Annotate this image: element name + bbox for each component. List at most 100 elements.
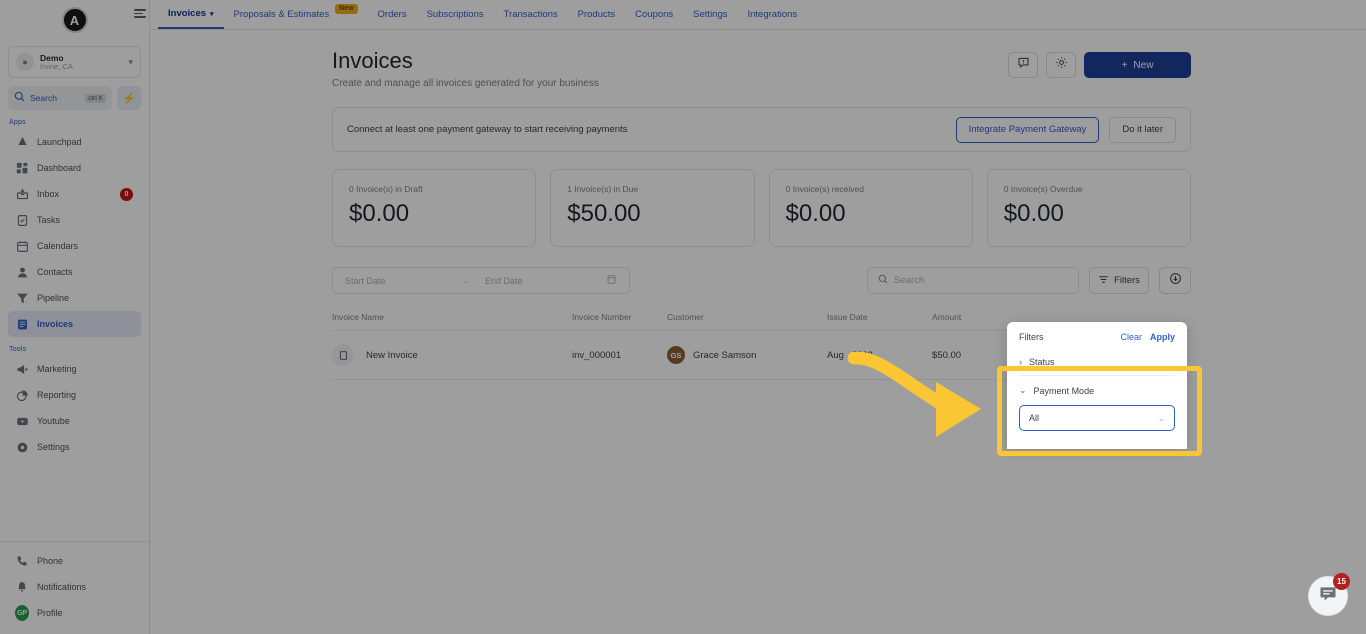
clear-filters-button[interactable]: Clear [1120, 332, 1142, 342]
feedback-button[interactable] [1008, 52, 1038, 78]
column-header-invoice-name[interactable]: Invoice Name [332, 304, 572, 331]
table-toolbar: Start Date → End Date Search Filters [332, 267, 1191, 294]
tab-transactions[interactable]: Transactions [494, 0, 568, 29]
search-shortcut: ctrl K [85, 93, 106, 103]
sidebar-item-label: Youtube [37, 416, 70, 426]
sidebar-item-profile[interactable]: GP Profile [8, 600, 141, 626]
filter-section-label: Status [1029, 357, 1055, 367]
filter-section-status[interactable]: › Status [1007, 350, 1187, 374]
tab-label: Integrations [747, 9, 798, 20]
do-it-later-button[interactable]: Do it later [1109, 116, 1176, 143]
sidebar-item-inbox[interactable]: Inbox 0 [8, 181, 141, 207]
filter-section-label: Payment Mode [1033, 385, 1095, 396]
page-subtitle: Create and manage all invoices generated… [332, 78, 599, 89]
tab-orders[interactable]: Orders [368, 0, 417, 29]
settings-button[interactable] [1046, 52, 1076, 78]
funnel-icon [15, 291, 29, 305]
app-logo[interactable]: A [61, 7, 88, 33]
sidebar-bottom: Phone Notifications GP Profile [0, 541, 149, 634]
column-header-customer[interactable]: Customer [667, 304, 827, 331]
tab-label: Coupons [635, 9, 674, 20]
invoice-name-wrapper: New Invoice [332, 344, 572, 366]
chat-widget[interactable]: 15 [1308, 573, 1350, 616]
sidebar-item-tasks[interactable]: Tasks [8, 207, 141, 233]
bell-icon [15, 580, 29, 594]
sidebar-item-label: Tasks [37, 215, 61, 225]
quick-action-button[interactable]: ⚡ [117, 86, 141, 110]
tab-settings[interactable]: Settings [683, 0, 737, 29]
integrate-payment-gateway-button[interactable]: Integrate Payment Gateway [955, 116, 1100, 143]
calendar-icon [606, 274, 617, 288]
new-button-label: New [1133, 59, 1154, 71]
end-date-input[interactable]: End Date [485, 276, 606, 286]
tab-label: Orders [377, 9, 407, 20]
sidebar-item-settings[interactable]: Settings [8, 434, 141, 460]
sidebar-item-notifications[interactable]: Notifications [8, 574, 141, 600]
inbox-icon [15, 187, 29, 201]
stat-label: 1 Invoice(s) in Due [567, 184, 639, 194]
filters-panel-header: Filters Clear Apply [1007, 330, 1187, 350]
chevron-down-icon: ⌄ [1157, 412, 1165, 423]
tab-invoices[interactable]: Invoices ▾ [158, 0, 224, 29]
customer-avatar: GS [667, 346, 685, 364]
column-header-amount[interactable]: Amount [932, 304, 1012, 331]
workspace-avatar-icon: ● [16, 53, 34, 71]
chat-bubble-icon [1017, 56, 1030, 74]
sidebar-item-calendars[interactable]: Calendars [8, 233, 141, 259]
stat-value: $0.00 [349, 200, 410, 227]
table-search-input[interactable]: Search [867, 267, 1079, 294]
gateway-banner-message: Connect at least one payment gateway to … [347, 124, 628, 135]
column-header-issue-date[interactable]: Issue Date [827, 304, 932, 331]
tab-label: Transactions [503, 9, 558, 20]
sidebar-item-youtube[interactable]: Youtube [8, 408, 141, 434]
cell-amount: $50.00 [932, 330, 1012, 380]
payment-mode-select-visible[interactable]: All ⌄ [1019, 405, 1175, 431]
new-invoice-button[interactable]: + New [1084, 52, 1191, 78]
highlighted-payment-mode-filter: ⌄ Payment Mode All ⌄ [1007, 373, 1187, 449]
phone-icon [15, 554, 29, 568]
date-range-picker[interactable]: Start Date → End Date [332, 267, 630, 294]
filter-icon [1098, 274, 1109, 288]
sidebar-item-marketing[interactable]: Marketing [8, 356, 141, 382]
sidebar-item-phone[interactable]: Phone [8, 548, 141, 574]
column-header-invoice-number[interactable]: Invoice Number [572, 304, 667, 331]
sidebar-item-label: Invoices [37, 319, 74, 329]
tab-proposals-estimates[interactable]: Proposals & Estimates New [224, 0, 368, 29]
download-button[interactable] [1159, 267, 1191, 294]
customer-name: Grace Samson [693, 349, 757, 361]
sidebar-item-reporting[interactable]: Reporting [8, 382, 141, 408]
menu-toggle-icon[interactable] [134, 9, 146, 18]
highlight-divider [1019, 375, 1175, 376]
calendar-icon [15, 239, 29, 253]
sidebar-item-dashboard[interactable]: Dashboard [8, 155, 141, 181]
workspace-switcher[interactable]: ● Demo Irvine, CA ▾ [8, 46, 141, 78]
tab-coupons[interactable]: Coupons [625, 0, 683, 29]
sidebar-item-invoices[interactable]: Invoices [8, 311, 141, 337]
stat-card-received: 0 Invoice(s) received $0.00 [768, 169, 973, 247]
filters-button[interactable]: Filters [1089, 267, 1149, 294]
sidebar-item-label: Calendars [37, 241, 79, 251]
apply-filters-button[interactable]: Apply [1150, 332, 1175, 342]
tab-label: Proposals & Estimates [233, 9, 330, 20]
tab-integrations[interactable]: Integrations [738, 0, 808, 29]
tab-products[interactable]: Products [568, 0, 626, 29]
sidebar-item-pipeline[interactable]: Pipeline [8, 285, 141, 311]
sidebar-item-label: Settings [37, 442, 70, 452]
filter-section-payment-mode-visible[interactable]: ⌄ Payment Mode [1007, 378, 1187, 403]
tab-subscriptions[interactable]: Subscriptions [417, 0, 494, 29]
cell-customer: GS Grace Samson [667, 330, 827, 380]
sidebar-item-launchpad[interactable]: Launchpad [8, 129, 141, 155]
page-header-text: Invoices Create and manage all invoices … [332, 48, 1008, 89]
search-input[interactable]: Search ctrl K [8, 86, 112, 110]
rocket-icon [15, 135, 29, 149]
cell-issue-date: Aug , 2023 [827, 330, 932, 380]
top-navigation: Invoices ▾ Proposals & Estimates New Ord… [134, 0, 1366, 30]
sidebar-item-label: Reporting [37, 390, 77, 400]
youtube-icon [15, 414, 29, 428]
start-date-input[interactable]: Start Date [345, 276, 445, 286]
sidebar-item-contacts[interactable]: Contacts [8, 259, 141, 285]
search-icon [878, 274, 888, 287]
download-icon [1169, 272, 1182, 290]
plus-icon: + [1121, 59, 1128, 71]
search-label: Search [30, 93, 57, 103]
